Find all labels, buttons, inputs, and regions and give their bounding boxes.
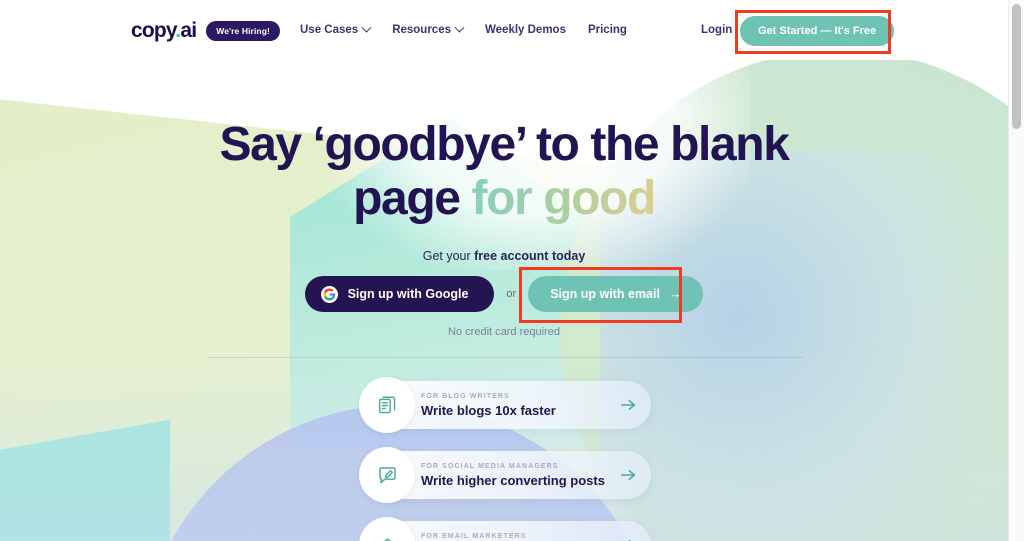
scrollbar-thumb[interactable]: [1012, 4, 1021, 129]
headline-line-2-dark: page: [353, 171, 472, 225]
sub-cta-prefix: Get your: [422, 249, 475, 263]
card-eyebrow: FOR EMAIL MARKETERS: [421, 533, 527, 540]
list-item[interactable]: FOR SOCIAL MEDIA MANAGERS Write higher c…: [359, 447, 651, 503]
nav-item-pricing[interactable]: Pricing: [588, 24, 627, 36]
chat-edit-icon: [359, 447, 415, 503]
page-viewport: copy.ai We're Hiring! Use Cases Resource…: [0, 0, 1008, 541]
sub-cta-bold: free account today: [474, 249, 586, 263]
card-text-block: FOR SOCIAL MEDIA MANAGERS Write higher c…: [421, 463, 619, 487]
nav-item-resources[interactable]: Resources: [392, 22, 465, 36]
sub-cta-text: Get your free account today: [0, 249, 1008, 263]
nav-label-use-cases: Use Cases: [300, 24, 359, 36]
section-divider: [208, 357, 803, 358]
sign-up-with-google-button[interactable]: Sign up with Google: [304, 276, 495, 312]
chevron-down-icon: [454, 22, 465, 33]
get-started-button[interactable]: Get Started — It's Free: [740, 16, 895, 46]
nav-label-resources: Resources: [392, 24, 451, 36]
hiring-badge[interactable]: We're Hiring!: [206, 20, 280, 41]
login-link[interactable]: Login: [701, 24, 732, 36]
headline-line-1: Say ‘goodbye’ to the blank: [219, 118, 789, 171]
list-item[interactable]: FOR EMAIL MARKETERS Write emails that co…: [359, 517, 651, 541]
cta-button-row: Sign up with Google or Sign up with emai…: [0, 276, 1008, 312]
or-separator: or: [506, 288, 517, 300]
email-button-label: Sign up with email: [550, 287, 660, 301]
headline-line-2-gradient: for good: [471, 171, 656, 225]
site-header: copy.ai We're Hiring! Use Cases Resource…: [0, 0, 1008, 60]
logo-word: copy: [131, 19, 176, 42]
card-eyebrow: FOR SOCIAL MEDIA MANAGERS: [421, 463, 559, 470]
vertical-scrollbar[interactable]: [1008, 0, 1024, 541]
card-title: Write higher converting posts: [421, 473, 605, 488]
sign-up-with-email-button[interactable]: Sign up with email →: [528, 276, 704, 312]
page-title: Say ‘goodbye’ to the blank page for good: [0, 118, 1008, 226]
google-button-label: Sign up with Google: [347, 287, 469, 301]
envelope-icon: [359, 517, 415, 541]
nav-label-pricing: Pricing: [587, 24, 627, 36]
card-text-block: FOR EMAIL MARKETERS Write emails that co…: [421, 533, 619, 541]
primary-nav: Use Cases Resources Weekly Demos Pricing: [300, 22, 627, 36]
no-credit-card-note: No credit card required: [448, 326, 560, 338]
headline-line-2: page for good: [0, 172, 1008, 226]
arrow-right-icon[interactable]: [619, 466, 637, 484]
nav-item-weekly-demos[interactable]: Weekly Demos: [485, 24, 566, 36]
browser-page: copy.ai We're Hiring! Use Cases Resource…: [0, 0, 1024, 541]
list-item[interactable]: FOR BLOG WRITERS Write blogs 10x faster: [359, 377, 651, 433]
card-text-block: FOR BLOG WRITERS Write blogs 10x faster: [421, 393, 619, 417]
google-icon: [320, 285, 338, 303]
documents-icon: [359, 377, 415, 433]
card-eyebrow: FOR BLOG WRITERS: [421, 393, 510, 400]
card-title: Write blogs 10x faster: [421, 403, 556, 418]
chevron-down-icon: [361, 22, 372, 33]
arrow-right-icon[interactable]: [619, 536, 637, 541]
logo-area[interactable]: copy.ai We're Hiring!: [131, 20, 280, 41]
copyai-logo[interactable]: copy.ai: [131, 19, 197, 42]
logo-suffix: ai: [180, 19, 197, 42]
nav-item-use-cases[interactable]: Use Cases: [300, 22, 372, 36]
arrow-right-icon: →: [668, 287, 682, 301]
feature-card-list: FOR BLOG WRITERS Write blogs 10x faster: [359, 377, 651, 541]
nav-label-weekly-demos: Weekly Demos: [485, 24, 566, 36]
arrow-right-icon[interactable]: [619, 396, 637, 414]
